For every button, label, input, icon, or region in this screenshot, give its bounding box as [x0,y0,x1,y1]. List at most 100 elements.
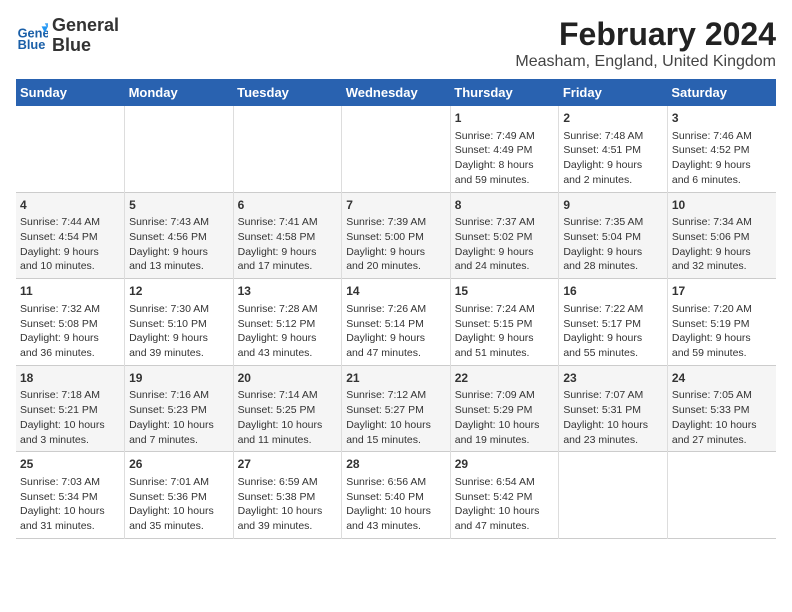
day-number: 2 [563,110,663,127]
day-info: Daylight: 10 hours [346,504,446,519]
day-info: Sunset: 5:29 PM [455,403,555,418]
day-number: 9 [563,197,663,214]
calendar-cell: 7Sunrise: 7:39 AMSunset: 5:00 PMDaylight… [342,192,451,279]
day-info: Daylight: 9 hours [346,331,446,346]
calendar-cell: 20Sunrise: 7:14 AMSunset: 5:25 PMDayligh… [233,365,342,452]
day-number: 16 [563,283,663,300]
day-number: 1 [455,110,555,127]
day-number: 13 [238,283,338,300]
calendar-cell: 15Sunrise: 7:24 AMSunset: 5:15 PMDayligh… [450,279,559,366]
title-area: February 2024 Measham, England, United K… [515,16,776,71]
week-row-4: 18Sunrise: 7:18 AMSunset: 5:21 PMDayligh… [16,365,776,452]
day-number: 24 [672,370,772,387]
day-info: Daylight: 9 hours [672,158,772,173]
day-info: Sunset: 5:04 PM [563,230,663,245]
day-info: and 17 minutes. [238,259,338,274]
day-info: Daylight: 10 hours [129,504,229,519]
day-number: 25 [20,456,120,473]
day-info: and 35 minutes. [129,519,229,534]
day-info: Daylight: 9 hours [455,331,555,346]
day-header-monday: Monday [125,79,234,106]
calendar-cell: 21Sunrise: 7:12 AMSunset: 5:27 PMDayligh… [342,365,451,452]
day-info: Sunset: 5:08 PM [20,317,120,332]
day-info: Sunrise: 7:28 AM [238,302,338,317]
day-info: Daylight: 9 hours [20,245,120,260]
header: General Blue General Blue February 2024 … [16,16,776,71]
day-info: Sunrise: 7:44 AM [20,215,120,230]
calendar-cell: 24Sunrise: 7:05 AMSunset: 5:33 PMDayligh… [667,365,776,452]
calendar-cell: 9Sunrise: 7:35 AMSunset: 5:04 PMDaylight… [559,192,668,279]
day-info: Sunrise: 7:22 AM [563,302,663,317]
day-number: 11 [20,283,120,300]
calendar-cell: 10Sunrise: 7:34 AMSunset: 5:06 PMDayligh… [667,192,776,279]
day-info: and 2 minutes. [563,173,663,188]
calendar-cell: 23Sunrise: 7:07 AMSunset: 5:31 PMDayligh… [559,365,668,452]
day-info: Sunrise: 7:07 AM [563,388,663,403]
day-info: Daylight: 9 hours [129,245,229,260]
day-info: and 28 minutes. [563,259,663,274]
day-info: Sunrise: 7:20 AM [672,302,772,317]
day-header-saturday: Saturday [667,79,776,106]
day-info: and 39 minutes. [238,519,338,534]
week-row-3: 11Sunrise: 7:32 AMSunset: 5:08 PMDayligh… [16,279,776,366]
calendar-cell: 27Sunrise: 6:59 AMSunset: 5:38 PMDayligh… [233,452,342,539]
day-info: and 7 minutes. [129,433,229,448]
logo-icon: General Blue [16,20,48,52]
calendar-table: SundayMondayTuesdayWednesdayThursdayFrid… [16,79,776,539]
day-info: Daylight: 10 hours [129,418,229,433]
day-info: Sunrise: 7:24 AM [455,302,555,317]
day-info: Sunset: 5:31 PM [563,403,663,418]
day-info: Sunrise: 7:16 AM [129,388,229,403]
day-header-friday: Friday [559,79,668,106]
day-info: Sunset: 5:38 PM [238,490,338,505]
day-info: Sunset: 5:40 PM [346,490,446,505]
day-info: Sunrise: 7:26 AM [346,302,446,317]
calendar-cell: 26Sunrise: 7:01 AMSunset: 5:36 PMDayligh… [125,452,234,539]
calendar-cell: 4Sunrise: 7:44 AMSunset: 4:54 PMDaylight… [16,192,125,279]
day-number: 4 [20,197,120,214]
day-info: Sunrise: 7:18 AM [20,388,120,403]
calendar-cell: 6Sunrise: 7:41 AMSunset: 4:58 PMDaylight… [233,192,342,279]
day-info: and 24 minutes. [455,259,555,274]
week-row-5: 25Sunrise: 7:03 AMSunset: 5:34 PMDayligh… [16,452,776,539]
calendar-cell: 28Sunrise: 6:56 AMSunset: 5:40 PMDayligh… [342,452,451,539]
day-info: Daylight: 9 hours [563,158,663,173]
day-number: 26 [129,456,229,473]
day-number: 7 [346,197,446,214]
logo: General Blue General Blue [16,16,119,56]
day-info: Daylight: 9 hours [455,245,555,260]
day-info: Sunset: 5:12 PM [238,317,338,332]
day-number: 15 [455,283,555,300]
calendar-cell: 5Sunrise: 7:43 AMSunset: 4:56 PMDaylight… [125,192,234,279]
day-number: 3 [672,110,772,127]
day-info: Sunset: 5:21 PM [20,403,120,418]
day-info: Sunset: 4:58 PM [238,230,338,245]
day-info: and 59 minutes. [672,346,772,361]
calendar-cell [667,452,776,539]
day-info: and 23 minutes. [563,433,663,448]
day-info: Sunset: 5:00 PM [346,230,446,245]
day-info: Sunset: 5:36 PM [129,490,229,505]
calendar-cell: 11Sunrise: 7:32 AMSunset: 5:08 PMDayligh… [16,279,125,366]
day-info: and 3 minutes. [20,433,120,448]
svg-text:Blue: Blue [18,37,46,52]
day-header-wednesday: Wednesday [342,79,451,106]
day-info: Sunrise: 7:12 AM [346,388,446,403]
day-number: 8 [455,197,555,214]
day-info: Daylight: 9 hours [20,331,120,346]
day-info: Sunrise: 7:49 AM [455,129,555,144]
day-info: Sunset: 5:14 PM [346,317,446,332]
day-info: Sunrise: 7:46 AM [672,129,772,144]
calendar-cell [233,106,342,192]
day-info: and 15 minutes. [346,433,446,448]
main-title: February 2024 [515,16,776,53]
logo-line2: Blue [52,36,119,56]
day-info: Daylight: 10 hours [455,504,555,519]
calendar-cell: 17Sunrise: 7:20 AMSunset: 5:19 PMDayligh… [667,279,776,366]
day-header-thursday: Thursday [450,79,559,106]
calendar-cell: 12Sunrise: 7:30 AMSunset: 5:10 PMDayligh… [125,279,234,366]
day-header-sunday: Sunday [16,79,125,106]
day-info: Daylight: 9 hours [563,331,663,346]
day-info: Daylight: 10 hours [238,504,338,519]
calendar-cell [125,106,234,192]
